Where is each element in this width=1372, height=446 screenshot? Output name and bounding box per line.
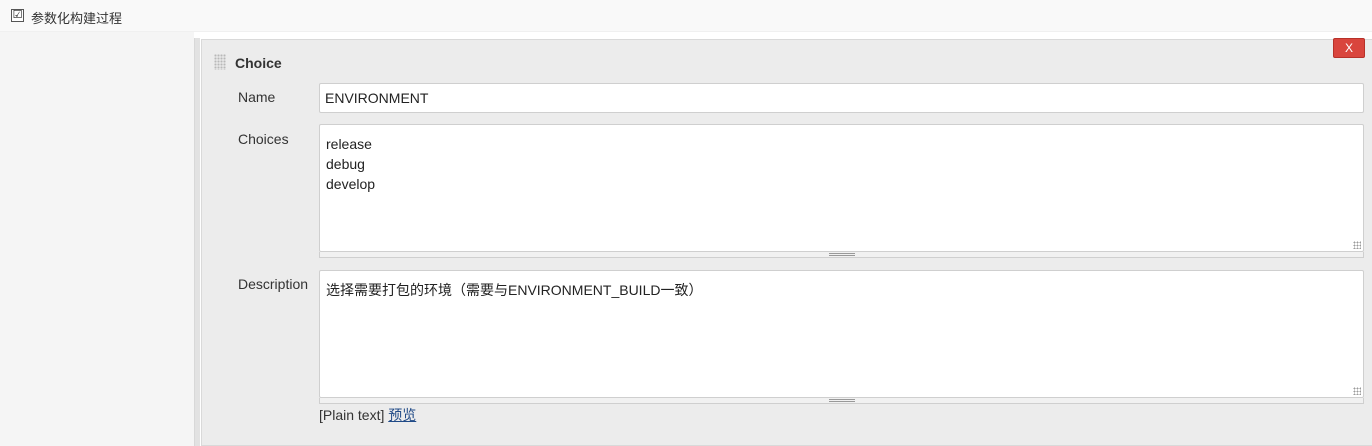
drag-handle-icon[interactable]: [214, 54, 226, 70]
parameterized-build-checkbox[interactable]: ☑: [11, 9, 24, 22]
choices-label: Choices: [238, 131, 289, 147]
description-expand-grip-icon: [829, 399, 855, 402]
description-format-line: [Plain text] 预览: [319, 405, 416, 425]
choices-textarea[interactable]: release debug develop: [319, 124, 1364, 252]
section-indent-rule: [194, 38, 200, 446]
left-gutter: [0, 32, 194, 446]
description-expand-bar[interactable]: [319, 398, 1364, 404]
name-input[interactable]: [319, 83, 1364, 113]
parameter-type-title: Choice: [235, 55, 282, 71]
parameterized-build-label: 参数化构建过程: [31, 11, 123, 26]
description-textarea[interactable]: 选择需要打包的环境（需要与ENVIRONMENT_BUILD一致）: [319, 270, 1364, 398]
name-label: Name: [238, 89, 276, 105]
description-resize-grip-icon[interactable]: [1353, 387, 1361, 395]
choice-parameter-block: Choice X Name Choices release debug deve…: [201, 38, 1372, 446]
choices-expand-bar[interactable]: [319, 252, 1364, 258]
parameterized-build-row: ☑ 参数化构建过程: [0, 0, 1372, 32]
preview-link[interactable]: 预览: [388, 407, 416, 423]
description-label: Description: [238, 276, 309, 292]
delete-parameter-button[interactable]: X: [1333, 38, 1365, 58]
plain-text-note: [Plain text]: [319, 407, 385, 423]
choices-expand-grip-icon: [829, 253, 855, 256]
choices-resize-grip-icon[interactable]: [1353, 241, 1361, 249]
